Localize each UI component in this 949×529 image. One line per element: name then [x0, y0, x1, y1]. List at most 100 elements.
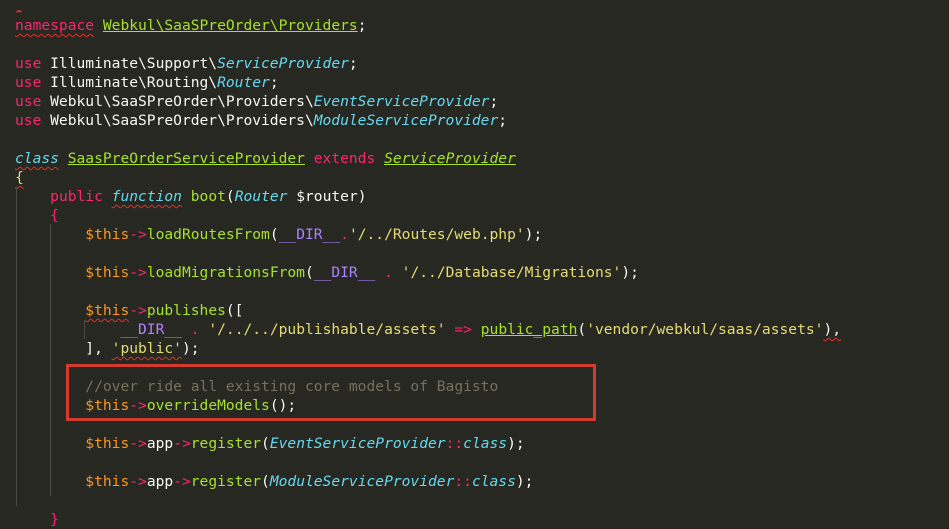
highlight-box — [66, 364, 596, 421]
code-token: Router — [217, 74, 270, 91]
code-token: ( — [269, 226, 279, 243]
code-line[interactable]: } — [15, 510, 59, 529]
code-token: app — [146, 435, 174, 452]
code-token: $this — [85, 302, 130, 319]
code-token: :: — [454, 473, 472, 490]
code-token: $router) — [287, 188, 367, 205]
code-token: $this — [85, 473, 130, 490]
code-token: use — [15, 55, 42, 72]
code-token: ( — [225, 188, 235, 205]
code-token: ( — [261, 473, 270, 490]
code-token: ; — [489, 93, 499, 110]
code-token: -> — [129, 226, 147, 243]
code-token: register — [190, 435, 262, 452]
code-token: Illuminate\Routing\ — [41, 74, 218, 91]
code-token: loadRoutesFrom — [146, 226, 270, 243]
code-editor[interactable]: namespace Webkul\SaaSPreOrder\Providers;… — [0, 0, 949, 528]
code-token: -> — [129, 264, 147, 281]
code-line[interactable]: use Illuminate\Routing\Router; — [15, 73, 279, 92]
code-token: register — [190, 473, 262, 490]
code-token: $this — [85, 226, 130, 243]
code-line[interactable]: use Webkul\SaaSPreOrder\Providers\Module… — [15, 111, 507, 130]
code-token: => — [454, 321, 472, 338]
code-token: app — [146, 473, 174, 490]
indent-guide-publishes — [84, 320, 85, 339]
code-token: publishes — [146, 302, 226, 319]
code-token: ); — [621, 264, 639, 281]
code-token: Webkul\SaaSPreOrder\Providers\ — [41, 112, 314, 129]
code-token: class — [471, 473, 516, 490]
code-token: ); — [507, 435, 525, 452]
code-token: EventServiceProvider — [269, 435, 446, 452]
code-token: $this — [85, 264, 130, 281]
code-token: Webkul\SaaSPreOrder\Providers\ — [41, 93, 314, 110]
code-line[interactable]: __DIR__ . '/../../publishable/assets' =>… — [15, 320, 841, 339]
code-token: SaasPreOrderServiceProvider — [67, 150, 305, 167]
code-token: ServiceProvider — [384, 150, 516, 167]
code-token: ( — [304, 264, 314, 281]
code-token: __DIR__ — [278, 226, 341, 243]
code-token: ); — [524, 226, 543, 243]
code-token: $this — [85, 435, 130, 452]
code-token: use — [15, 74, 42, 91]
code-token: Router — [234, 188, 288, 205]
code-token: -> — [129, 435, 147, 452]
code-line[interactable]: public function boot(Router $router) — [15, 187, 367, 206]
code-token: ; — [498, 112, 508, 129]
code-line[interactable]: { — [15, 168, 24, 187]
code-token: 'vendor/webkul/saas/assets' — [586, 321, 824, 338]
code-token: ), — [823, 321, 842, 338]
code-token: '/../Database/Migrations' — [401, 264, 622, 281]
code-token: ([ — [225, 302, 244, 319]
code-token: -> — [173, 473, 191, 490]
code-token: -> — [129, 473, 147, 490]
code-line[interactable]: $this->app->register(EventServiceProvide… — [15, 434, 525, 453]
code-token: ModuleServiceProvider — [313, 112, 499, 129]
code-token: -> — [129, 302, 147, 319]
code-token: loadMigrationsFrom — [146, 264, 305, 281]
code-line[interactable]: $this->loadRoutesFrom(__DIR__.'/../Route… — [15, 225, 542, 244]
code-token: public_path — [480, 321, 578, 338]
code-token: __DIR__ — [313, 264, 376, 281]
code-line[interactable]: use Illuminate\Support\ServiceProvider; — [15, 54, 358, 73]
code-line[interactable]: class SaasPreOrderServiceProvider extend… — [15, 149, 516, 168]
code-token: :: — [445, 435, 464, 452]
code-token: ); — [515, 473, 534, 490]
code-token: namespace — [15, 17, 95, 34]
code-line[interactable]: $this->app->register(ModuleServiceProvid… — [15, 472, 533, 491]
code-token: function — [111, 188, 182, 205]
code-line[interactable]: ], 'public'); — [15, 339, 199, 358]
code-token: -> — [173, 435, 191, 452]
code-token: . — [190, 321, 200, 338]
code-token: '/../Routes/web.php' — [348, 226, 525, 243]
code-line[interactable]: use Webkul\SaaSPreOrder\Providers\EventS… — [15, 92, 498, 111]
code-token: '/../../publishable/assets' — [208, 321, 446, 338]
code-line[interactable]: { — [15, 206, 59, 225]
code-token: ServiceProvider — [217, 55, 349, 72]
code-line[interactable]: namespace Webkul\SaaSPreOrder\Providers; — [15, 16, 366, 35]
error-marker-icon — [16, 10, 22, 15]
code-token: { — [50, 207, 59, 224]
indent-guide-class — [16, 186, 17, 506]
code-token: ; — [348, 55, 358, 72]
code-token: ( — [261, 435, 270, 452]
code-token: __DIR__ — [120, 321, 182, 338]
code-token: ModuleServiceProvider — [269, 473, 455, 490]
code-token: Illuminate\Support\ — [41, 55, 218, 72]
code-token: 'public' — [111, 340, 182, 357]
code-line[interactable]: $this->loadMigrationsFrom(__DIR__ . '/..… — [15, 263, 639, 282]
code-token: class — [15, 150, 59, 167]
indent-guide-method — [50, 224, 51, 496]
code-token: Webkul\SaaSPreOrder\Providers — [102, 17, 358, 34]
code-token: extends — [313, 150, 376, 167]
